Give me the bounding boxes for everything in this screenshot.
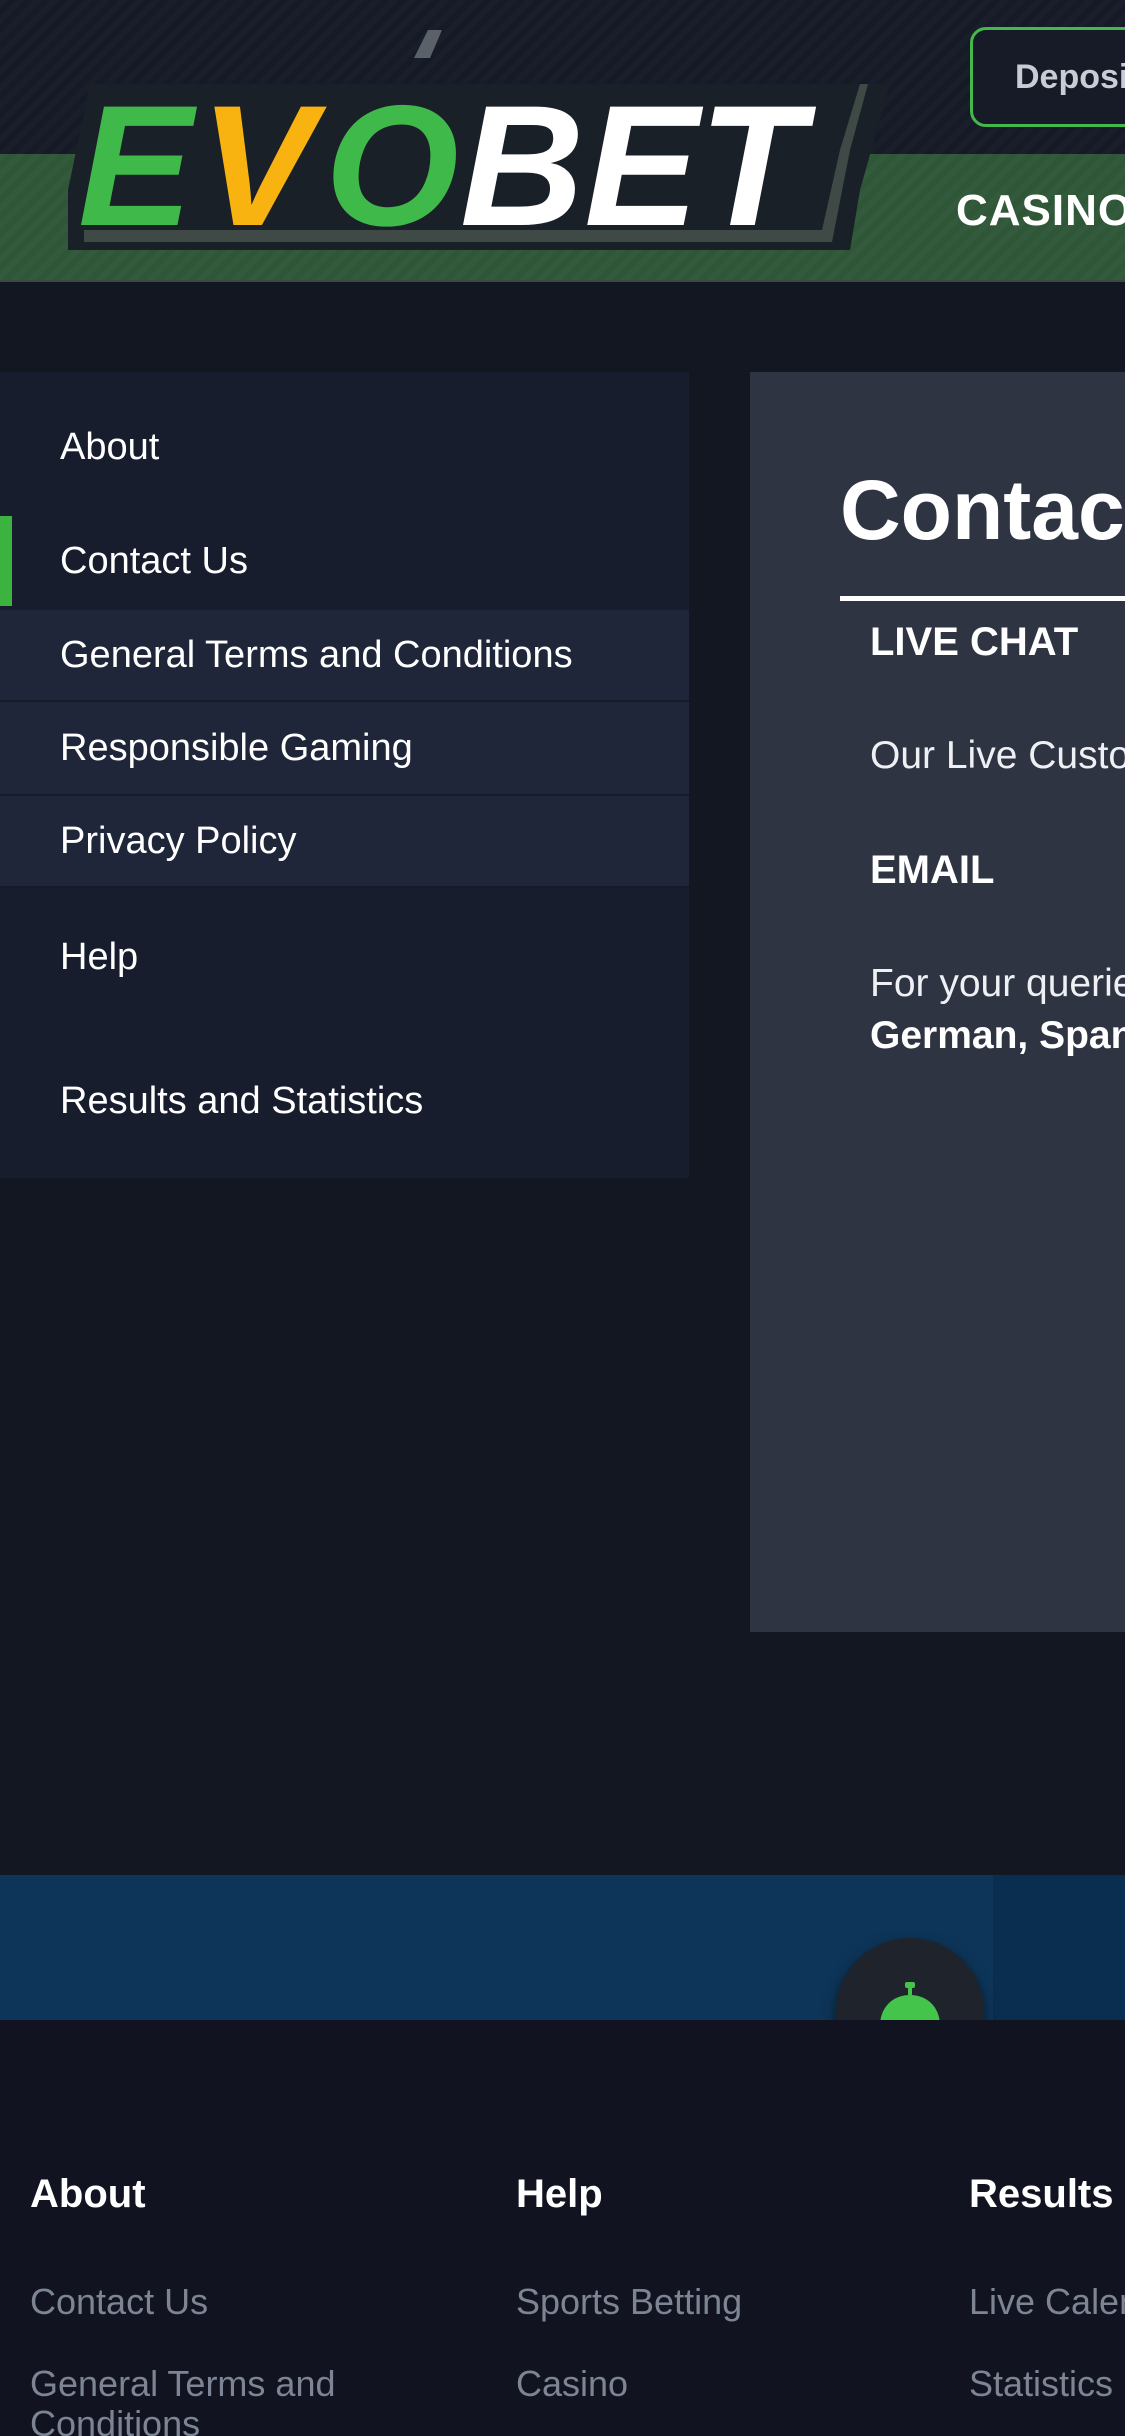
sidebar-item-label: Contact Us	[60, 539, 248, 582]
footer-heading-help: Help	[516, 2172, 603, 2216]
footer-heading-results: Results and Statistics	[969, 2172, 1125, 2216]
sidebar-item-label: Help	[60, 935, 139, 978]
deposit-button[interactable]: Deposit	[970, 27, 1125, 127]
logo-word-bet: BET	[460, 70, 817, 260]
live-chat-text: Our Live Customer Support	[870, 734, 1125, 777]
footer-link-contact-us[interactable]: Contact Us	[30, 2282, 208, 2322]
sidebar-item-label: Privacy Policy	[60, 819, 297, 862]
evobet-logo[interactable]: E V O BET	[60, 30, 920, 260]
sidebar-item-label: General Terms and Conditions	[60, 633, 573, 676]
sidebar-item-about[interactable]: About	[0, 402, 689, 492]
title-divider	[840, 596, 1125, 601]
sidebar-item-privacy-policy[interactable]: Privacy Policy	[0, 796, 689, 888]
logo-letter-o: O	[325, 70, 459, 260]
email-heading: EMAIL	[870, 848, 995, 892]
sidebar-item-results-statistics[interactable]: Results and Statistics	[0, 1056, 689, 1146]
sidebar-menu: About Contact Us General Terms and Condi…	[0, 372, 689, 1178]
sidebar-item-label: Responsible Gaming	[60, 726, 413, 769]
nav-casino-link[interactable]: CASINO	[956, 186, 1125, 236]
email-text: For your queries	[870, 962, 1125, 1005]
content-panel: Contact Us LIVE CHAT Our Live Customer S…	[750, 372, 1125, 1632]
footer: About Contact Us General Terms and Condi…	[0, 2020, 1125, 2436]
sidebar-item-general-terms[interactable]: General Terms and Conditions	[0, 610, 689, 702]
footer-heading-about: About	[30, 2172, 146, 2216]
sidebar-item-label: About	[60, 425, 160, 468]
deposit-label: Deposit	[1015, 57, 1125, 96]
sidebar-item-label: Results and Statistics	[60, 1079, 424, 1122]
page-title: Contact Us	[840, 463, 1125, 557]
logo-letter-e: E	[78, 70, 197, 260]
sidebar-item-help[interactable]: Help	[0, 912, 689, 1002]
email-languages: German, Spanish	[870, 1014, 1125, 1057]
logo-letter-v: V	[200, 70, 327, 260]
footer-link-general-terms[interactable]: General Terms and Conditions	[30, 2364, 450, 2436]
sidebar-item-contact-us[interactable]: Contact Us	[0, 516, 689, 606]
footer-link-live-calendar[interactable]: Live Calendar	[969, 2282, 1125, 2322]
footer-link-sports-betting[interactable]: Sports Betting	[516, 2282, 742, 2322]
live-chat-heading: LIVE CHAT	[870, 620, 1079, 664]
sidebar-item-responsible-gaming[interactable]: Responsible Gaming	[0, 702, 689, 796]
footer-link-statistics[interactable]: Statistics	[969, 2364, 1113, 2404]
footer-link-casino[interactable]: Casino	[516, 2364, 628, 2404]
